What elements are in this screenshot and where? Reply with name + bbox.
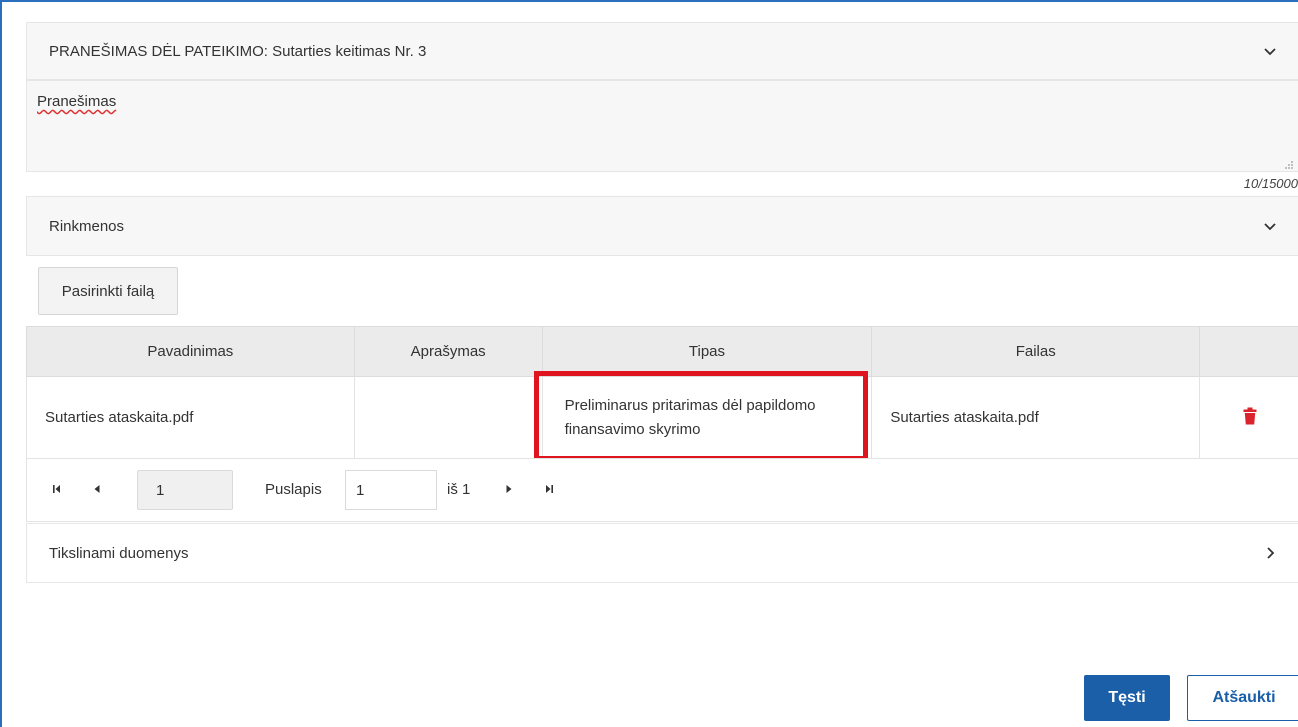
table-row[interactable]: Sutarties ataskaita.pdf Preliminarus pri…: [26, 376, 1298, 459]
message-textarea[interactable]: Pranešimas: [26, 80, 1298, 172]
files-section-header[interactable]: Rinkmenos: [26, 196, 1298, 256]
chevron-down-icon[interactable]: [1262, 218, 1278, 234]
notice-section-header[interactable]: PRANEŠIMAS DĖL PATEIKIMO: Sutarties keit…: [26, 22, 1298, 80]
cancel-button[interactable]: Atšaukti: [1187, 675, 1298, 721]
column-header-description[interactable]: Aprašymas: [353, 326, 543, 377]
trash-icon[interactable]: [1243, 407, 1257, 425]
char-counter: 10/15000: [1243, 176, 1298, 191]
files-table: Pavadinimas Aprašymas Tipas Failas Sutar…: [26, 326, 1298, 459]
current-page-button[interactable]: 1: [137, 470, 233, 510]
column-header-name[interactable]: Pavadinimas: [26, 326, 355, 377]
cell-type-text: Preliminarus pritarimas dėl papildomo fi…: [564, 397, 816, 438]
details-section-header[interactable]: Tikslinami duomenys: [26, 523, 1298, 583]
chevron-right-icon[interactable]: [1262, 545, 1278, 561]
next-page-icon[interactable]: [501, 481, 517, 497]
table-header-row: Pavadinimas Aprašymas Tipas Failas: [26, 326, 1298, 377]
column-header-file[interactable]: Failas: [871, 326, 1201, 377]
message-text: Pranešimas: [37, 93, 117, 110]
choose-file-button[interactable]: Pasirinkti failą: [38, 267, 178, 315]
page-label: Puslapis: [265, 481, 322, 498]
cell-type: Preliminarus pritarimas dėl papildomo fi…: [541, 376, 873, 459]
cell-file[interactable]: Sutarties ataskaita.pdf: [871, 376, 1201, 459]
notice-section-title: PRANEŠIMAS DĖL PATEIKIMO: Sutarties keit…: [49, 42, 427, 60]
cell-actions: [1199, 376, 1298, 459]
page-input[interactable]: [345, 470, 437, 510]
dialog-frame: PRANEŠIMAS DĖL PATEIKIMO: Sutarties keit…: [0, 0, 1298, 727]
previous-page-icon[interactable]: [89, 481, 105, 497]
cell-description: [353, 376, 543, 459]
first-page-icon[interactable]: [49, 481, 65, 497]
details-section-title: Tikslinami duomenys: [49, 544, 189, 562]
files-section-title: Rinkmenos: [49, 217, 125, 235]
chevron-down-icon[interactable]: [1262, 43, 1278, 59]
column-header-actions: [1199, 326, 1298, 377]
pagination-bar: 1 Puslapis iš 1: [26, 458, 1298, 522]
cell-name: Sutarties ataskaita.pdf: [26, 376, 355, 459]
continue-button[interactable]: Tęsti: [1084, 675, 1170, 721]
last-page-icon[interactable]: [541, 481, 557, 497]
page-of-label: iš 1: [447, 481, 471, 498]
column-header-type[interactable]: Tipas: [541, 326, 873, 377]
resize-handle-icon[interactable]: [1284, 157, 1294, 169]
